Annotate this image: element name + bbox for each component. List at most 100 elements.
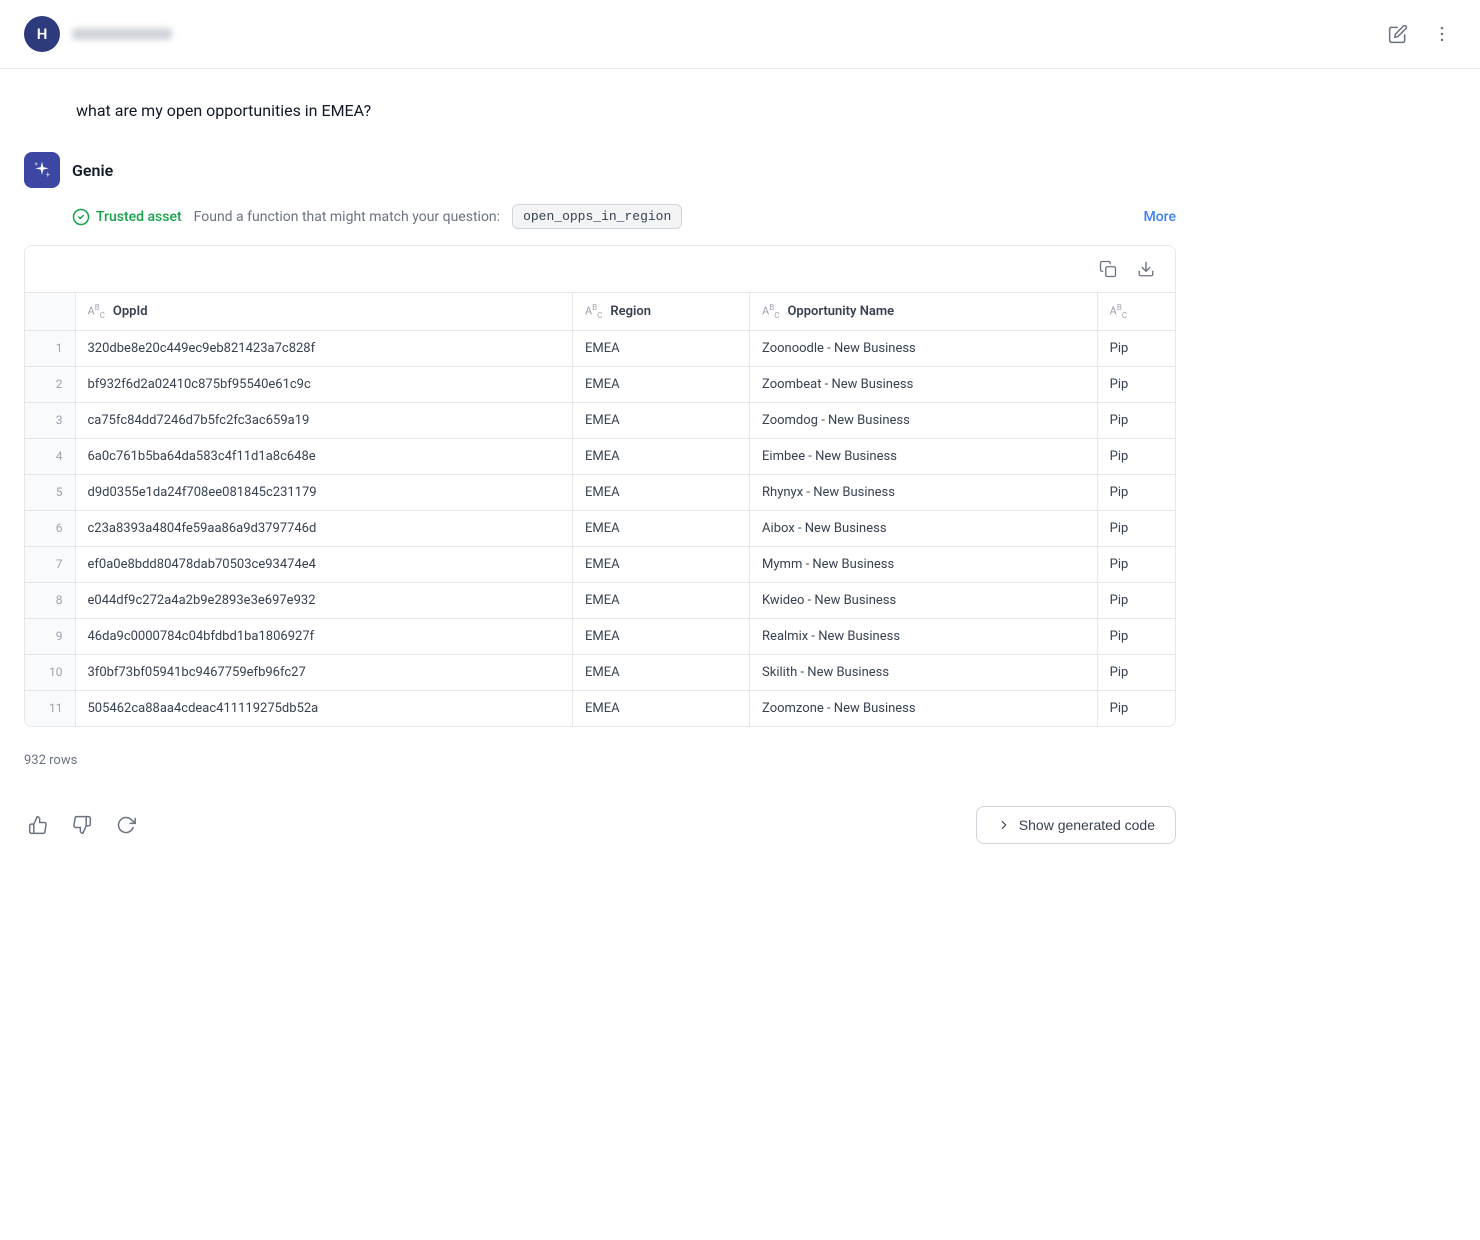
cell-partial: Pip [1097,366,1175,402]
cell-opp-id: 6a0c761b5ba64da583c4f11d1a8c648e [75,438,572,474]
thumbs-up-button[interactable] [24,811,52,839]
cell-row-num: 11 [25,690,75,726]
th-region-label: Region [610,304,651,319]
chevron-right-icon [997,818,1011,832]
header-left: H [24,16,172,52]
results-table: ABC OppId ABC Region ABC [25,293,1175,726]
cell-opp-id: c23a8393a4804fe59aa86a9d3797746d [75,510,572,546]
cell-row-num: 6 [25,510,75,546]
col-type-icon-partial: ABC [1110,303,1127,320]
cell-row-num: 3 [25,402,75,438]
avatar: H [24,16,60,52]
found-function-text: Found a function that might match your q… [194,209,500,225]
table-row: 9 46da9c0000784c04bfdbd1ba1806927f EMEA … [25,618,1175,654]
cell-row-num: 1 [25,330,75,366]
table-row: 1 320dbe8e20c449ec9eb821423a7c828f EMEA … [25,330,1175,366]
th-row-num [25,293,75,330]
cell-opp-id: 46da9c0000784c04bfdbd1ba1806927f [75,618,572,654]
cell-partial: Pip [1097,510,1175,546]
function-pill: open_opps_in_region [512,204,682,229]
cell-region: EMEA [572,690,749,726]
cell-opp-name: Aibox - New Business [750,510,1098,546]
user-message: what are my open opportunities in EMEA? [24,101,1176,120]
genie-sparkle-icon [32,160,52,180]
table-row: 6 c23a8393a4804fe59aa86a9d3797746d EMEA … [25,510,1175,546]
main-content: what are my open opportunities in EMEA? … [0,69,1200,880]
cell-partial: Pip [1097,654,1175,690]
cell-row-num: 7 [25,546,75,582]
download-button[interactable] [1133,256,1159,282]
copy-icon [1099,260,1117,278]
cell-region: EMEA [572,402,749,438]
cell-opp-name: Zoomdog - New Business [750,402,1098,438]
trusted-asset-row: Trusted asset Found a function that migh… [24,204,1176,229]
cell-opp-name: Kwideo - New Business [750,582,1098,618]
genie-response: Genie Trusted asset Found a function tha… [24,152,1176,856]
cell-row-num: 9 [25,618,75,654]
cell-region: EMEA [572,546,749,582]
cell-partial: Pip [1097,690,1175,726]
table-row: 7 ef0a0e8bdd80478dab70503ce93474e4 EMEA … [25,546,1175,582]
cell-row-num: 5 [25,474,75,510]
th-partial: ABC [1097,293,1175,330]
more-link[interactable]: More [1143,209,1176,225]
cell-opp-id: ef0a0e8bdd80478dab70503ce93474e4 [75,546,572,582]
table-toolbar [25,246,1175,293]
cell-row-num: 4 [25,438,75,474]
edit-button[interactable] [1384,20,1412,48]
header: H [0,0,1480,69]
thumbs-down-icon [72,815,92,835]
username-blur [72,28,172,40]
checkmark-circle-icon [72,208,90,226]
cell-partial: Pip [1097,474,1175,510]
table-row: 3 ca75fc84dd7246d7b5fc2fc3ac659a19 EMEA … [25,402,1175,438]
col-type-icon-oppid: ABC [88,303,105,320]
table-row: 8 e044df9c272a4a2b9e2893e3e697e932 EMEA … [25,582,1175,618]
cell-partial: Pip [1097,618,1175,654]
data-table-container: ABC OppId ABC Region ABC [24,245,1176,727]
table-row: 5 d9d0355e1da24f708ee081845c231179 EMEA … [25,474,1175,510]
trusted-asset-label: Trusted asset [96,209,182,225]
table-row: 11 505462ca88aa4cdeac411119275db52a EMEA… [25,690,1175,726]
genie-avatar [24,152,60,188]
more-button[interactable] [1428,20,1456,48]
cell-region: EMEA [572,438,749,474]
copy-button[interactable] [1095,256,1121,282]
th-opp-id-label: OppId [113,304,148,319]
cell-row-num: 10 [25,654,75,690]
cell-row-num: 2 [25,366,75,402]
header-right [1384,20,1456,48]
cell-opp-id: 3f0bf73bf05941bc9467759efb96fc27 [75,654,572,690]
refresh-button[interactable] [112,811,140,839]
cell-row-num: 8 [25,582,75,618]
cell-region: EMEA [572,474,749,510]
cell-opp-name: Skilith - New Business [750,654,1098,690]
cell-opp-id: 320dbe8e20c449ec9eb821423a7c828f [75,330,572,366]
show-code-label: Show generated code [1019,817,1155,833]
cell-region: EMEA [572,366,749,402]
cell-partial: Pip [1097,582,1175,618]
th-region: ABC Region [572,293,749,330]
cell-opp-id: bf932f6d2a02410c875bf95540e61c9c [75,366,572,402]
cell-opp-name: Rhynyx - New Business [750,474,1098,510]
cell-region: EMEA [572,330,749,366]
genie-header: Genie [24,152,1176,188]
table-header-row: ABC OppId ABC Region ABC [25,293,1175,330]
more-icon [1432,24,1452,44]
cell-opp-name: Realmix - New Business [750,618,1098,654]
cell-region: EMEA [572,654,749,690]
show-generated-code-button[interactable]: Show generated code [976,806,1176,844]
table-row: 4 6a0c761b5ba64da583c4f11d1a8c648e EMEA … [25,438,1175,474]
thumbs-up-icon [28,815,48,835]
thumbs-down-button[interactable] [68,811,96,839]
download-icon [1137,260,1155,278]
col-type-icon-region: ABC [585,303,602,320]
th-opp-name-label: Opportunity Name [787,304,894,319]
th-opp-id: ABC OppId [75,293,572,330]
feedback-buttons [24,811,140,839]
cell-opp-name: Zoonoodle - New Business [750,330,1098,366]
cell-opp-name: Mymm - New Business [750,546,1098,582]
cell-region: EMEA [572,618,749,654]
refresh-icon [116,815,136,835]
cell-partial: Pip [1097,330,1175,366]
